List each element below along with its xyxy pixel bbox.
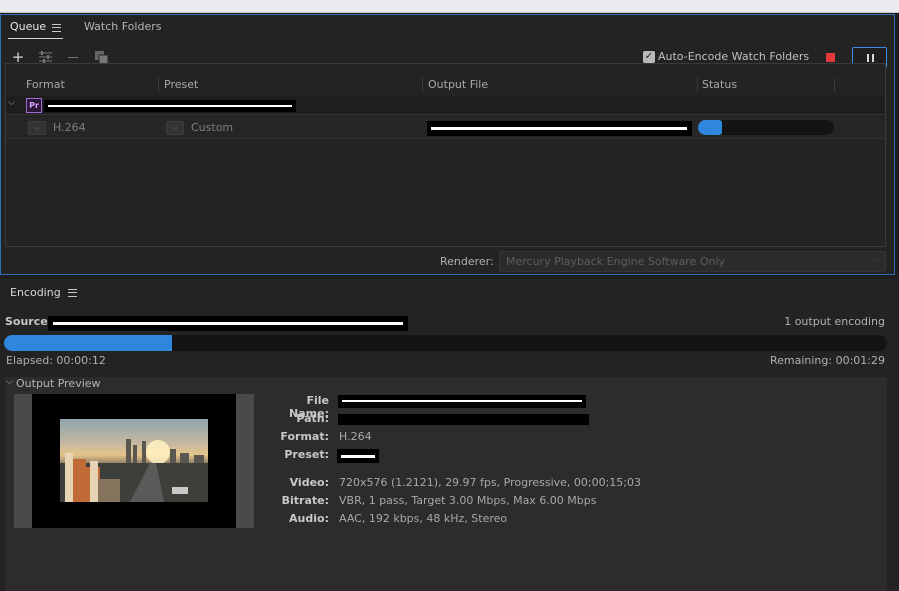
column-divider	[422, 78, 423, 92]
redaction-mark	[341, 455, 375, 458]
auto-encode-checkbox[interactable]: ✓	[643, 51, 655, 63]
video-label: Video:	[289, 476, 329, 489]
video-value: 720x576 (1.2121), 29.97 fps, Progressive…	[339, 476, 642, 489]
encoding-progress-bar	[4, 335, 887, 351]
tab-watch-folders[interactable]: Watch Folders	[84, 20, 161, 33]
preset-label: Preset:	[284, 448, 329, 461]
auto-encode-label: Auto-Encode Watch Folders	[658, 50, 810, 63]
chevron-down-icon: ⌵	[872, 255, 879, 265]
item-status-progress	[698, 120, 834, 135]
format-value: H.264	[339, 430, 372, 443]
audio-value: AAC, 192 kbps, 48 kHz, Stereo	[339, 512, 508, 525]
output-preview-heading[interactable]: Output Preview	[16, 377, 101, 390]
bitrate-value: VBR, 1 pass, Target 3.00 Mbps, Max 6.00 …	[339, 494, 597, 507]
renderer-label: Renderer:	[440, 255, 494, 268]
column-status[interactable]: Status	[702, 78, 737, 91]
tab-queue-underline	[8, 38, 63, 39]
redaction-mark	[431, 127, 687, 130]
preset-dropdown[interactable]: ⌵	[166, 121, 184, 135]
column-format[interactable]: Format	[26, 78, 65, 91]
sliders-icon[interactable]	[38, 50, 53, 64]
queue-menu-icon[interactable]	[52, 24, 61, 32]
item-format[interactable]: H.264	[53, 121, 86, 134]
column-divider	[697, 78, 698, 92]
premiere-app-icon: Pr	[26, 98, 42, 113]
preview-thumbnail-image	[60, 419, 208, 502]
minus-icon[interactable]	[68, 57, 78, 58]
column-output-file[interactable]: Output File	[428, 78, 488, 91]
audio-label: Audio:	[289, 512, 329, 525]
stop-button[interactable]	[826, 53, 835, 62]
elapsed-time: Elapsed: 00:00:12	[6, 354, 106, 367]
encoding-menu-icon[interactable]	[68, 289, 77, 297]
path-label: Path:	[296, 412, 329, 425]
pause-icon	[867, 54, 869, 62]
output-encoding-count: 1 output encoding	[784, 315, 885, 328]
encoding-panel-title[interactable]: Encoding	[10, 286, 61, 299]
pause-icon-bar	[872, 54, 874, 62]
tab-queue[interactable]: Queue	[10, 20, 46, 33]
item-status-progress-fill	[698, 120, 723, 135]
column-divider	[834, 78, 835, 92]
format-dropdown[interactable]: ⌵	[28, 121, 46, 135]
format-label: Format:	[280, 430, 329, 443]
source-label: Source:	[5, 315, 53, 328]
chevron-down-icon[interactable]: ⌵	[8, 98, 15, 108]
column-divider	[158, 78, 159, 92]
redaction-mark	[342, 400, 582, 402]
redacted-path	[338, 414, 589, 425]
chevron-down-icon[interactable]: ⌵	[6, 377, 13, 387]
redaction-mark	[48, 105, 292, 107]
bitrate-label: Bitrate:	[281, 494, 329, 507]
item-preset[interactable]: Custom	[191, 121, 233, 134]
renderer-value: Mercury Playback Engine Software Only	[506, 255, 726, 268]
window-top-strip	[0, 0, 899, 13]
renderer-select[interactable]: Mercury Playback Engine Software Only ⌵	[499, 251, 886, 272]
encoding-progress-fill	[4, 335, 172, 351]
remaining-time: Remaining: 00:01:29	[769, 354, 885, 367]
redaction-mark	[53, 322, 403, 325]
column-preset[interactable]: Preset	[164, 78, 198, 91]
